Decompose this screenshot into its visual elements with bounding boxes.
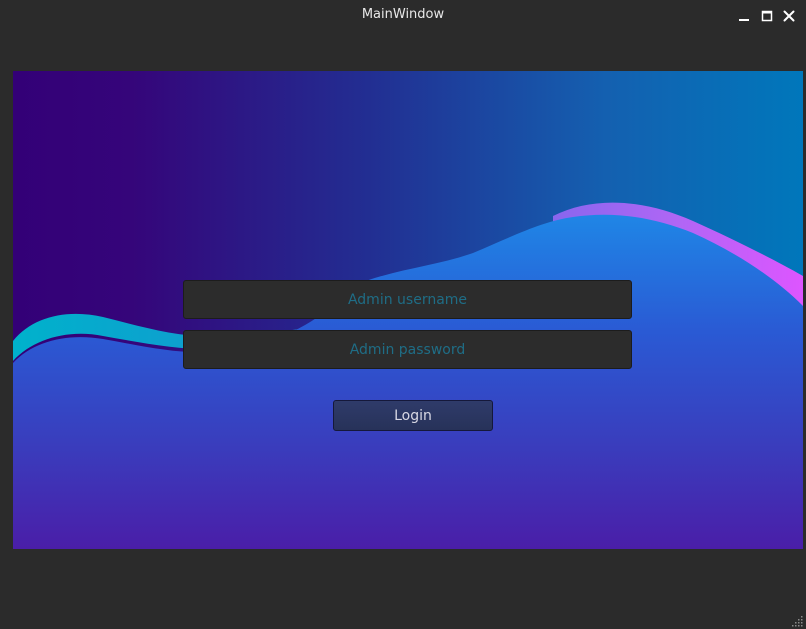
admin-username-input[interactable]	[183, 280, 632, 319]
close-button[interactable]	[781, 8, 797, 24]
login-panel: Login	[13, 71, 803, 549]
close-icon	[783, 10, 795, 22]
resize-grip-icon[interactable]	[792, 615, 804, 627]
minimize-icon	[739, 19, 749, 21]
window-title: MainWindow	[361, 7, 445, 22]
title-bar[interactable]: MainWindow	[0, 0, 806, 32]
admin-password-input[interactable]	[183, 330, 632, 369]
minimize-button[interactable]	[736, 8, 752, 24]
maximize-button[interactable]	[759, 8, 775, 24]
maximize-icon	[761, 10, 773, 22]
main-window: MainWindow Admin username Login	[0, 0, 806, 629]
login-button[interactable]: Login	[333, 400, 493, 431]
